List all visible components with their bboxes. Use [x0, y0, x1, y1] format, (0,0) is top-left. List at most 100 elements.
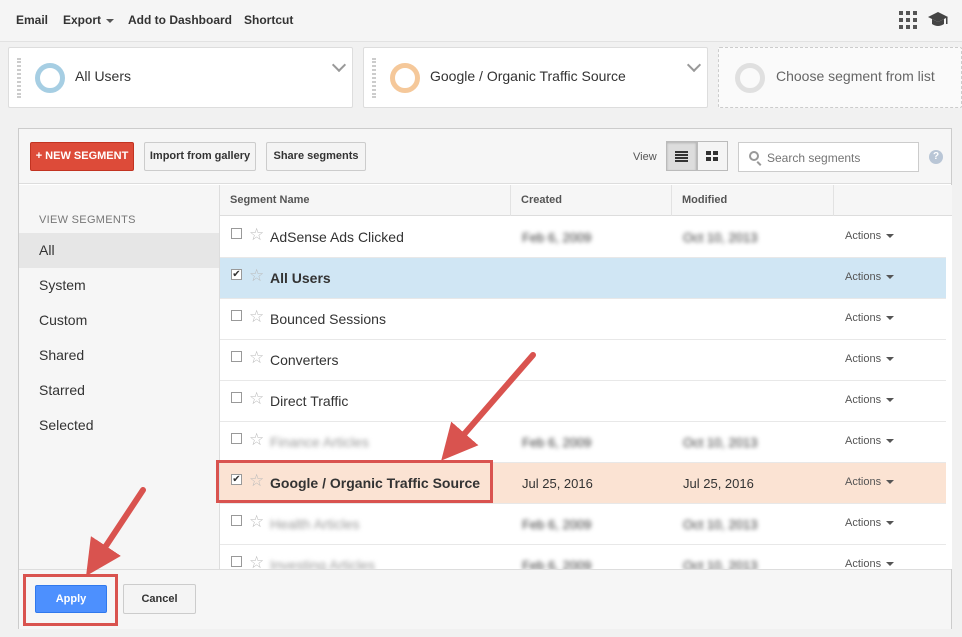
- row-checkbox[interactable]: [231, 433, 242, 444]
- drag-handle-icon[interactable]: [372, 58, 376, 98]
- column-modified[interactable]: Modified: [672, 185, 834, 216]
- table-row[interactable]: ☆ Health Articles Feb 6, 2009 Oct 10, 20…: [220, 504, 946, 545]
- row-checkbox[interactable]: [231, 310, 242, 321]
- chevron-down-icon: [886, 316, 895, 321]
- actions-menu[interactable]: Actions: [845, 312, 895, 324]
- segment-name[interactable]: AdSense Ads Clicked: [270, 229, 404, 245]
- shortcut-link[interactable]: Shortcut: [244, 13, 293, 27]
- actions-menu[interactable]: Actions: [845, 230, 895, 242]
- search-segments-field[interactable]: [738, 142, 919, 172]
- search-input[interactable]: [767, 149, 912, 166]
- actions-label: Actions: [845, 271, 882, 283]
- segment-color-ring: [35, 63, 65, 93]
- actions-label: Actions: [845, 353, 882, 365]
- apps-grid-icon[interactable]: [899, 11, 917, 29]
- row-checkbox[interactable]: [231, 515, 242, 526]
- segment-card-label: All Users: [75, 68, 132, 84]
- table-row[interactable]: ☆ Bounced Sessions Actions: [220, 299, 946, 340]
- star-icon[interactable]: ☆: [249, 553, 264, 569]
- cancel-button[interactable]: Cancel: [123, 584, 196, 614]
- export-menu[interactable]: Export: [63, 13, 115, 27]
- actions-menu[interactable]: Actions: [845, 517, 895, 529]
- star-icon[interactable]: ☆: [249, 307, 264, 327]
- segment-name[interactable]: Bounced Sessions: [270, 311, 386, 327]
- graduation-cap-icon[interactable]: [928, 12, 948, 28]
- star-icon[interactable]: ☆: [249, 348, 264, 368]
- actions-menu[interactable]: Actions: [845, 394, 895, 406]
- actions-menu[interactable]: Actions: [845, 558, 895, 569]
- chevron-down-icon[interactable]: [686, 57, 702, 73]
- segment-panel: + NEW SEGMENT Import from gallery Share …: [18, 128, 952, 629]
- actions-menu[interactable]: Actions: [845, 271, 895, 283]
- table-row[interactable]: ☆ Finance Articles Feb 6, 2009 Oct 10, 2…: [220, 422, 946, 463]
- table-row[interactable]: ☆ Investing Articles Feb 6, 2009 Oct 10,…: [220, 545, 946, 569]
- row-checkbox[interactable]: [231, 556, 242, 567]
- new-segment-button[interactable]: + NEW SEGMENT: [30, 142, 134, 171]
- segment-card-label: Choose segment from list: [776, 68, 935, 84]
- row-checkbox[interactable]: [231, 228, 242, 239]
- panel-footer: Apply Cancel: [19, 569, 951, 629]
- highlight-box-apply: [23, 574, 118, 626]
- modified-date: Jul 25, 2016: [683, 476, 754, 491]
- star-icon[interactable]: ☆: [249, 512, 264, 532]
- actions-label: Actions: [845, 517, 882, 529]
- actions-label: Actions: [845, 230, 882, 242]
- created-date: Feb 6, 2009: [522, 558, 592, 569]
- view-label: View: [633, 151, 657, 163]
- table-row[interactable]: ☆ AdSense Ads Clicked Feb 6, 2009 Oct 10…: [220, 217, 946, 258]
- segment-color-ring: [735, 63, 765, 93]
- star-icon[interactable]: ☆: [249, 225, 264, 245]
- grid-view-icon: [706, 151, 718, 161]
- chevron-down-icon[interactable]: [331, 57, 347, 73]
- chevron-down-icon: [886, 562, 895, 567]
- segment-color-ring: [390, 63, 420, 93]
- add-to-dashboard-link[interactable]: Add to Dashboard: [128, 13, 232, 27]
- list-view-icon: [675, 151, 688, 162]
- table-row[interactable]: ☆ Converters Actions: [220, 340, 946, 381]
- sidebar-item-all[interactable]: All: [19, 233, 219, 268]
- segment-name[interactable]: Investing Articles: [270, 557, 375, 569]
- actions-label: Actions: [845, 476, 882, 488]
- segment-name[interactable]: Health Articles: [270, 516, 359, 532]
- share-segments-button[interactable]: Share segments: [266, 142, 366, 171]
- segment-card-choose[interactable]: Choose segment from list: [718, 47, 962, 108]
- segment-name[interactable]: Converters: [270, 352, 338, 368]
- sidebar-item-custom[interactable]: Custom: [19, 303, 219, 338]
- list-view-button[interactable]: [666, 141, 697, 171]
- modified-date: Oct 10, 2013: [683, 517, 758, 532]
- drag-handle-icon[interactable]: [17, 58, 21, 98]
- column-segment-name[interactable]: Segment Name: [220, 185, 511, 216]
- import-from-gallery-button[interactable]: Import from gallery: [144, 142, 256, 171]
- segment-name[interactable]: All Users: [270, 270, 331, 286]
- sidebar-item-starred[interactable]: Starred: [19, 373, 219, 408]
- segment-name[interactable]: Finance Articles: [270, 434, 369, 450]
- actions-menu[interactable]: Actions: [845, 435, 895, 447]
- table-row[interactable]: ☆ Direct Traffic Actions: [220, 381, 946, 422]
- chevron-down-icon: [886, 439, 895, 444]
- help-icon[interactable]: ?: [929, 150, 943, 164]
- sidebar-item-system[interactable]: System: [19, 268, 219, 303]
- modified-date: Oct 10, 2013: [683, 435, 758, 450]
- star-icon[interactable]: ☆: [249, 266, 264, 286]
- column-created[interactable]: Created: [511, 185, 672, 216]
- chevron-down-icon: [886, 357, 895, 362]
- column-actions: [834, 185, 952, 216]
- segment-card-label: Google / Organic Traffic Source: [430, 68, 626, 84]
- grid-view-button[interactable]: [697, 141, 728, 171]
- star-icon[interactable]: ☆: [249, 430, 264, 450]
- segment-card-all-users[interactable]: All Users: [8, 47, 353, 108]
- segment-card-google-organic[interactable]: Google / Organic Traffic Source: [363, 47, 708, 108]
- actions-menu[interactable]: Actions: [845, 476, 895, 488]
- top-toolbar: Email Export Add to Dashboard Shortcut: [0, 0, 962, 42]
- table-row[interactable]: ✔ ☆ All Users Actions: [220, 258, 946, 299]
- segment-name[interactable]: Direct Traffic: [270, 393, 348, 409]
- created-date: Feb 6, 2009: [522, 517, 592, 532]
- star-icon[interactable]: ☆: [249, 389, 264, 409]
- sidebar-item-shared[interactable]: Shared: [19, 338, 219, 373]
- email-link[interactable]: Email: [16, 13, 48, 27]
- sidebar-item-selected[interactable]: Selected: [19, 408, 219, 443]
- row-checkbox[interactable]: ✔: [231, 269, 242, 280]
- row-checkbox[interactable]: [231, 392, 242, 403]
- actions-menu[interactable]: Actions: [845, 353, 895, 365]
- row-checkbox[interactable]: [231, 351, 242, 362]
